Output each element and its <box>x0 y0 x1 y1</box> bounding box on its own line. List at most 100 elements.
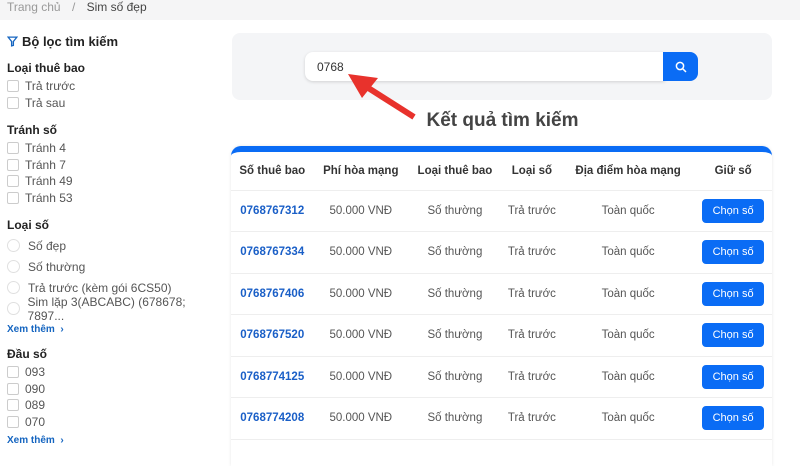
cell-col-type: Trả trước <box>501 190 563 232</box>
cell-col-fee: 50.000 VNĐ <box>313 397 409 440</box>
cell-col-type: Trả trước <box>501 397 563 440</box>
results-title: Kết quả tìm kiếm <box>426 110 579 131</box>
search-input[interactable] <box>305 52 665 81</box>
filter-icon <box>7 36 18 47</box>
cell-col-subscription: Số thường <box>408 397 502 440</box>
choose-number-button[interactable]: Chọn số <box>702 364 765 389</box>
header-col-location: Địa điểm hòa mạng <box>562 152 695 191</box>
header-col-hold: Giữ số <box>694 152 772 191</box>
table-row: 0768767334 50.000 VNĐ Số thường Trả trước To… <box>231 231 772 274</box>
choose-number-button[interactable]: Chọn số <box>702 281 765 306</box>
cell-col-location: Toàn quốc <box>562 356 695 398</box>
search-icon <box>675 61 687 73</box>
cell-col-phone[interactable]: 0768774208 <box>231 397 314 440</box>
cell-col-fee: 50.000 VNĐ <box>313 190 409 232</box>
cell-col-location: Toàn quốc <box>562 397 695 440</box>
table-row: 0768774208 50.000 VNĐ Số thường Trả trước To… <box>231 397 772 440</box>
results-table-card: Số thuê bao Phí hòa mạng Loại thuê bao Loại… <box>231 146 772 466</box>
filter-option-subscription[interactable]: Trả trước <box>7 78 217 95</box>
filter-option-prefix[interactable]: 070 <box>7 414 217 431</box>
option-label: Số đẹp <box>28 238 67 253</box>
cell-col-location: Toàn quốc <box>562 273 695 315</box>
cell-col-location: Toàn quốc <box>562 231 695 274</box>
header-col-subscription: Loại thuê bao <box>408 152 502 191</box>
filter-option-prefix[interactable]: 089 <box>7 397 217 414</box>
radio-button[interactable] <box>7 239 20 252</box>
option-label: Trả sau <box>25 95 66 110</box>
cell-col-fee: 50.000 VNĐ <box>313 314 409 357</box>
filter-sidebar: Bộ lọc tìm kiếm Loại thuê bao Trả trước T… <box>7 34 217 446</box>
filter-title-text: Bộ lọc tìm kiếm <box>22 34 119 49</box>
filter-option-subscription[interactable]: Trả sau <box>7 95 217 112</box>
radio-button[interactable] <box>7 281 20 294</box>
checkbox[interactable] <box>7 382 19 395</box>
table-row: 0768767520 50.000 VNĐ Số thường Trả trước To… <box>231 314 772 357</box>
option-label: Trả trước <box>25 79 76 94</box>
cell-col-type: Trả trước <box>501 314 563 357</box>
checkbox[interactable] <box>7 142 19 155</box>
header-col-phone: Số thuê bao <box>231 152 314 191</box>
cell-col-type: Trả trước <box>501 356 563 398</box>
filter-option-number_type[interactable]: Sim lặp 3(ABCABC) (678678; 7897... <box>7 295 217 323</box>
section-number-type: Loại số <box>7 218 50 232</box>
cell-col-location: Toàn quốc <box>562 314 695 357</box>
option-label: Trả trước (kèm gói 6CS50) <box>28 280 172 295</box>
filter-option-avoid[interactable]: Tránh 49 <box>7 173 217 190</box>
filter-option-avoid[interactable]: Tránh 4 <box>7 140 217 157</box>
checkbox[interactable] <box>7 175 19 188</box>
checkbox[interactable] <box>7 191 19 204</box>
search-button[interactable] <box>663 52 698 81</box>
filter-option-prefix[interactable]: 093 <box>7 364 217 381</box>
section-avoid: Tránh số <box>7 123 58 137</box>
section-subscription: Loại thuê bao <box>7 61 85 75</box>
section-prefix: Đầu số <box>7 347 48 361</box>
checkbox[interactable] <box>7 366 19 379</box>
checkbox[interactable] <box>7 96 19 109</box>
cell-col-hold: Chọn số <box>694 356 772 398</box>
cell-col-hold: Chọn số <box>694 397 772 440</box>
cell-col-location: Toàn quốc <box>562 190 695 232</box>
option-label: Số thường <box>28 259 86 274</box>
option-label: 070 <box>25 414 46 429</box>
breadcrumb-home[interactable]: Trang chủ <box>7 0 61 14</box>
cell-col-subscription: Số thường <box>408 356 502 398</box>
cell-col-hold: Chọn số <box>694 190 772 232</box>
checkbox[interactable] <box>7 415 19 428</box>
option-label: Tránh 4 <box>25 141 66 156</box>
filter-option-prefix[interactable]: 090 <box>7 381 217 398</box>
filter-option-number_type[interactable]: Số đẹp <box>7 235 217 256</box>
checkbox[interactable] <box>7 399 19 412</box>
cell-col-type: Trả trước <box>501 273 563 315</box>
choose-number-button[interactable]: Chọn số <box>702 240 765 265</box>
header-col-fee: Phí hòa mạng <box>313 152 409 191</box>
radio-button[interactable] <box>7 260 20 273</box>
cell-col-fee: 50.000 VNĐ <box>313 231 409 274</box>
filter-option-number_type[interactable]: Số thường <box>7 256 217 277</box>
see-more-number-type[interactable]: Xem thêm › <box>7 324 217 335</box>
choose-number-button[interactable]: Chọn số <box>702 406 765 431</box>
option-label: 089 <box>25 398 46 413</box>
cell-col-phone[interactable]: 0768774125 <box>231 356 314 398</box>
cell-col-subscription: Số thường <box>408 314 502 357</box>
option-label: Tránh 53 <box>25 190 73 205</box>
filter-option-avoid[interactable]: Tránh 7 <box>7 157 217 174</box>
breadcrumb-separator: / <box>71 0 76 14</box>
table-row: 0768767406 50.000 VNĐ Số thường Trả trước To… <box>231 273 772 315</box>
option-label: 093 <box>25 365 46 380</box>
cell-col-phone[interactable]: 0768767406 <box>231 273 314 315</box>
cell-col-phone[interactable]: 0768767520 <box>231 314 314 357</box>
checkbox[interactable] <box>7 80 19 93</box>
filter-option-avoid[interactable]: Tránh 53 <box>7 190 217 207</box>
cell-col-phone[interactable]: 0768767334 <box>231 231 314 274</box>
cell-col-phone[interactable]: 0768767312 <box>231 190 314 232</box>
radio-button[interactable] <box>7 302 20 315</box>
checkbox[interactable] <box>7 158 19 171</box>
cell-col-subscription: Số thường <box>408 231 502 274</box>
results-table: Số thuê bao Phí hòa mạng Loại thuê bao Loại… <box>231 152 772 440</box>
choose-number-button[interactable]: Chọn số <box>702 323 765 348</box>
see-more-prefix[interactable]: Xem thêm › <box>7 435 217 446</box>
cell-col-hold: Chọn số <box>694 231 772 274</box>
choose-number-button[interactable]: Chọn số <box>702 198 765 223</box>
cell-col-fee: 50.000 VNĐ <box>313 273 409 315</box>
breadcrumb-current: Sim số đẹp <box>86 0 147 14</box>
